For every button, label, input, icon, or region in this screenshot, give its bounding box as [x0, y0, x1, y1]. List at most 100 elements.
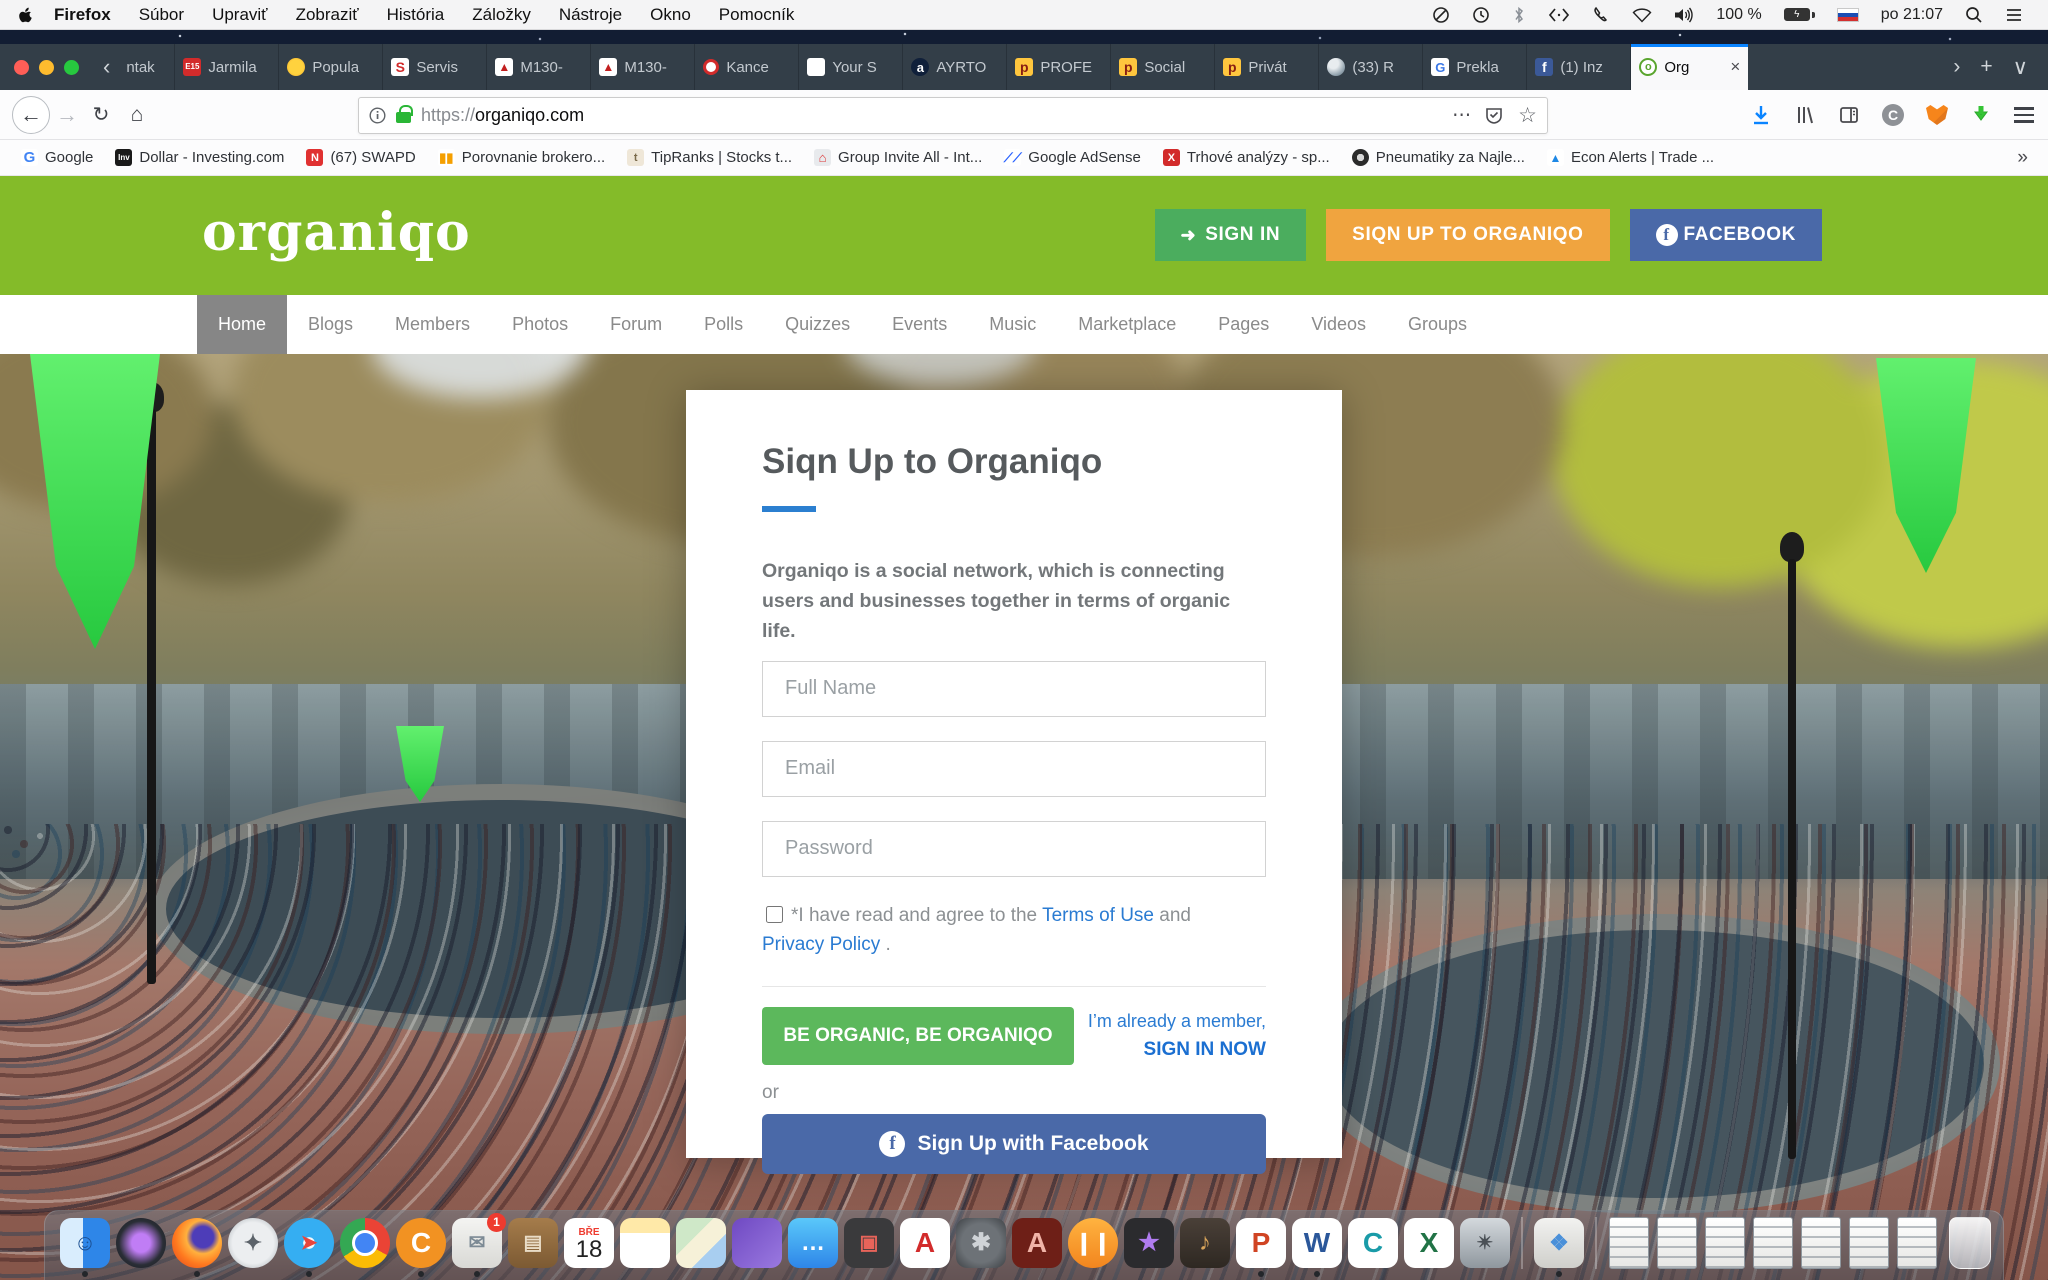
new-tab-button[interactable]: + [1972, 55, 2000, 79]
sign-up-button[interactable]: SIQN UP TO ORGANIQO [1326, 209, 1609, 261]
https-lock-icon[interactable] [396, 112, 411, 123]
minimized-window-thumbnail[interactable] [1849, 1217, 1889, 1269]
battery-icon[interactable]: ϟ [1775, 0, 1824, 30]
dock-firefox-icon[interactable] [172, 1218, 222, 1268]
nav-item-forum[interactable]: Forum [589, 295, 683, 354]
browser-tab[interactable]: pSocial [1110, 44, 1214, 90]
dock-notebooks-icon[interactable] [732, 1218, 782, 1268]
nav-item-pages[interactable]: Pages [1197, 295, 1290, 354]
home-button[interactable]: ⌂ [118, 103, 156, 127]
browser-tab-active[interactable]: oOrg× [1630, 44, 1748, 90]
dock-imovie-icon[interactable]: ★ [1124, 1218, 1174, 1268]
facebook-signup-button[interactable]: fSign Up with Facebook [762, 1114, 1266, 1174]
sign-in-button[interactable]: ➜SIGN IN [1155, 209, 1307, 261]
site-logo[interactable]: organiqo [202, 202, 471, 263]
nav-item-groups[interactable]: Groups [1387, 295, 1488, 354]
wifi-icon[interactable] [1623, 0, 1661, 30]
nav-item-events[interactable]: Events [871, 295, 968, 354]
nav-item-polls[interactable]: Polls [683, 295, 764, 354]
bookmark-item[interactable]: XTrhové analýzy - sp... [1152, 149, 1341, 166]
agree-checkbox[interactable] [766, 906, 783, 923]
scroll-tabs-left-icon[interactable]: ‹ [95, 44, 118, 90]
nav-item-blogs[interactable]: Blogs [287, 295, 374, 354]
minimized-window-thumbnail[interactable] [1705, 1217, 1745, 1269]
dock-mail-icon[interactable]: ✉1 [452, 1218, 502, 1268]
browser-tab[interactable]: E15Jarmila [174, 44, 278, 90]
nav-item-music[interactable]: Music [968, 295, 1057, 354]
nav-item-photos[interactable]: Photos [491, 295, 589, 354]
dock-messages-icon[interactable]: … [788, 1218, 838, 1268]
nav-item-quizzes[interactable]: Quizzes [764, 295, 871, 354]
browser-tab[interactable]: ▲M130- [590, 44, 694, 90]
close-window-button[interactable] [14, 60, 29, 75]
menu-item-zobrazit[interactable]: Zobraziť [284, 0, 371, 30]
minimized-window-thumbnail[interactable] [1657, 1217, 1697, 1269]
minimized-window-thumbnail[interactable] [1609, 1217, 1649, 1269]
dock-cryptotab-icon[interactable]: C [396, 1218, 446, 1268]
dock-powerpoint-icon[interactable]: P [1236, 1218, 1286, 1268]
dock-ibooks-icon[interactable]: ❙❙ [1068, 1218, 1118, 1268]
bookmark-item[interactable]: ⌂Group Invite All - Int... [803, 149, 993, 166]
dock-photos-preview-icon[interactable]: ❖ [1534, 1218, 1584, 1268]
menu-item-firefox[interactable]: Firefox [42, 0, 123, 30]
metamask-fox-icon[interactable] [1926, 105, 1948, 125]
copyright-extension-icon[interactable]: C [1882, 104, 1904, 126]
time-machine-icon[interactable] [1463, 0, 1499, 30]
browser-tab[interactable]: pPROFE [1006, 44, 1110, 90]
menu-item-subor[interactable]: Súbor [127, 0, 196, 30]
dock-photo-booth-icon[interactable]: ▣ [844, 1218, 894, 1268]
xcode-helper-icon[interactable] [1539, 0, 1579, 30]
browser-tab[interactable]: f(1) Inz [1526, 44, 1630, 90]
dock-maps-icon[interactable] [676, 1218, 726, 1268]
browser-tab[interactable]: GPrekla [1422, 44, 1526, 90]
notification-center-icon[interactable] [1996, 0, 2032, 30]
menu-bar-clock[interactable]: po 21:07 [1872, 0, 1952, 30]
sign-in-now-link[interactable]: SIGN IN NOW [1088, 1035, 1266, 1065]
volume-icon[interactable] [1665, 0, 1703, 30]
email-field[interactable] [762, 741, 1266, 797]
menu-item-okno[interactable]: Okno [638, 0, 703, 30]
bookmark-item[interactable]: ⟋⟋Google AdSense [993, 149, 1152, 166]
facebook-header-button[interactable]: fFACEBOOK [1630, 209, 1822, 261]
browser-tab[interactable]: ntak [118, 44, 174, 90]
dock-acrobat-dc-icon[interactable]: A [1012, 1218, 1062, 1268]
bookmark-item[interactable]: Pneumatiky za Najle... [1341, 149, 1536, 166]
dock-calendar-icon[interactable]: BŘE18 [564, 1218, 614, 1268]
minimized-window-thumbnail[interactable] [1753, 1217, 1793, 1269]
url-text[interactable]: https://organiqo.com [421, 105, 584, 126]
be-organic-submit-button[interactable]: BE ORGANIC, BE ORGANIQO [762, 1007, 1074, 1065]
menu-item-historia[interactable]: História [375, 0, 457, 30]
bookmark-item[interactable]: N(67) SWAPD [295, 149, 426, 166]
dock-chrome-icon[interactable] [340, 1218, 390, 1268]
browser-tab[interactable]: SServis [382, 44, 486, 90]
bluetooth-icon[interactable] [1503, 0, 1535, 30]
dock-remote-desktop-icon[interactable]: ✴ [1460, 1218, 1510, 1268]
password-field[interactable] [762, 821, 1266, 877]
dock-finder-icon[interactable]: ☺ [60, 1218, 110, 1268]
url-bar[interactable]: https://organiqo.com ⋯ ☆ [358, 97, 1548, 134]
dock-notes-icon[interactable] [620, 1218, 670, 1268]
library-icon[interactable] [1794, 104, 1816, 126]
menu-item-upravit[interactable]: Upraviť [200, 0, 280, 30]
bookmark-item[interactable]: ▲Econ Alerts | Trade ... [1536, 149, 1725, 166]
dock-garageband-icon[interactable]: ♪ [1180, 1218, 1230, 1268]
minimized-window-thumbnail[interactable] [1897, 1217, 1937, 1269]
browser-tab[interactable]: ▲M130- [486, 44, 590, 90]
hamburger-menu-icon[interactable] [2014, 107, 2034, 123]
dock-contacts-icon[interactable]: ▤ [508, 1218, 558, 1268]
nav-item-videos[interactable]: Videos [1290, 295, 1387, 354]
zoom-window-button[interactable] [64, 60, 79, 75]
browser-tab[interactable]: pPrivát [1214, 44, 1318, 90]
dock-acrobat-icon[interactable]: A [900, 1218, 950, 1268]
browser-tab[interactable]: Popula [278, 44, 382, 90]
browser-tab[interactable]: (33) R [1318, 44, 1422, 90]
minimize-window-button[interactable] [39, 60, 54, 75]
reload-button[interactable]: ↻ [84, 102, 118, 127]
bookmark-item[interactable]: GGoogle [10, 149, 104, 166]
bookmark-item[interactable]: tTipRanks | Stocks t... [616, 149, 803, 166]
bookmark-item[interactable]: ▮▮Porovnanie brokero... [427, 149, 616, 166]
terms-of-use-link[interactable]: Terms of Use [1042, 905, 1154, 926]
menu-item-zalozky[interactable]: Záložky [460, 0, 543, 30]
focus-mode-icon[interactable] [1423, 0, 1459, 30]
nav-item-marketplace[interactable]: Marketplace [1057, 295, 1197, 354]
